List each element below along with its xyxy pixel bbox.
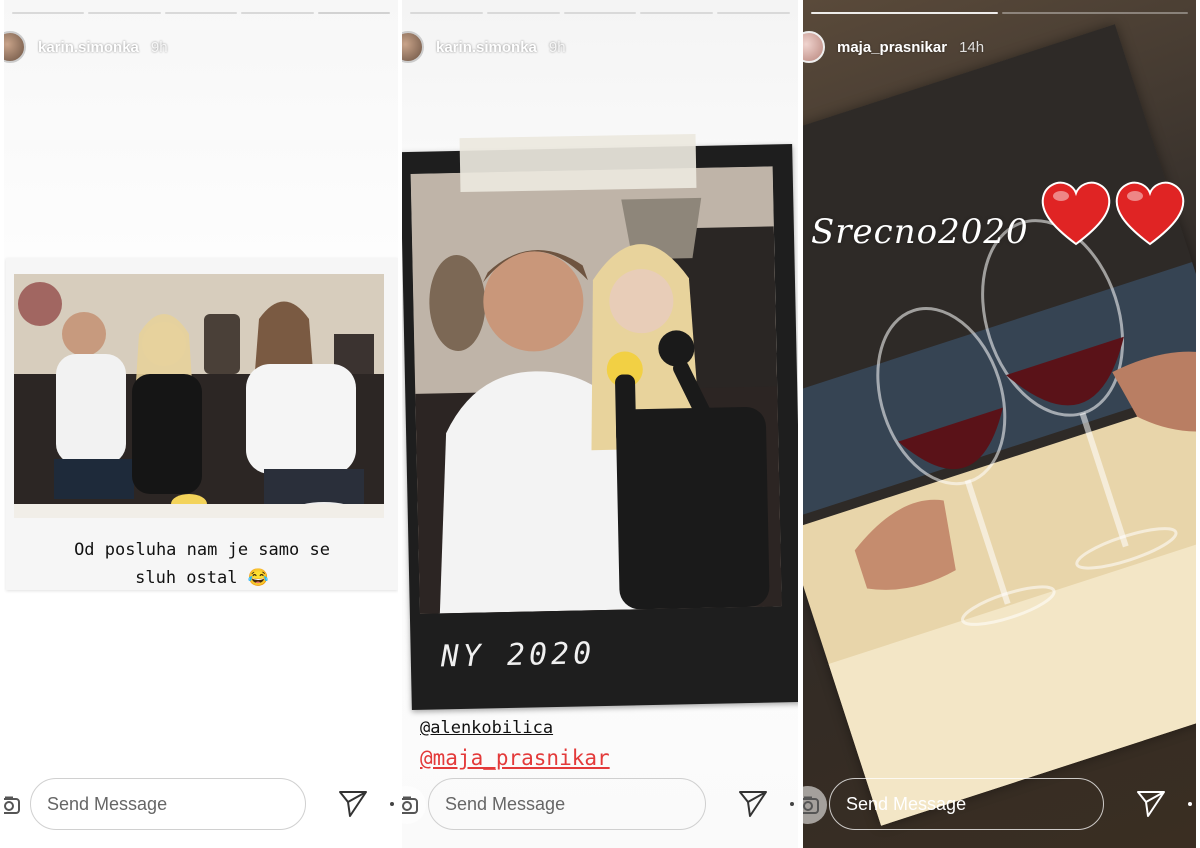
progress-segment xyxy=(811,12,998,14)
text-sticker: Srecno2020 xyxy=(811,212,1029,252)
progress-segment xyxy=(563,12,637,14)
story-progress-bar xyxy=(12,12,391,15)
send-message-placeholder: Send Message xyxy=(846,793,967,814)
send-message-input[interactable]: Send Message xyxy=(829,778,1104,830)
camera-icon xyxy=(803,796,819,814)
caption-line-2-text: sluh ostal xyxy=(135,568,238,588)
progress-segment xyxy=(164,12,238,14)
camera-icon xyxy=(4,796,20,814)
more-dot-icon[interactable] xyxy=(790,802,794,806)
story-panel-1[interactable]: karin.simonka 9h Od posluha nam je samo … xyxy=(4,0,398,848)
story-timestamp: 9h xyxy=(150,38,168,56)
camera-icon xyxy=(402,796,418,814)
progress-segment xyxy=(88,12,161,14)
story-reply-bar: Send Message xyxy=(803,778,1196,832)
story-progress-bar xyxy=(410,12,790,15)
story-username[interactable]: karin.simonka xyxy=(38,39,139,56)
story-progress-bar xyxy=(811,12,1188,15)
avatar[interactable] xyxy=(4,31,26,63)
story-username[interactable]: karin.simonka xyxy=(436,39,537,56)
story-header: karin.simonka 9h xyxy=(402,28,798,66)
photo-illustration xyxy=(410,166,782,614)
red-heart-icon xyxy=(1041,181,1111,246)
laughing-emoji-icon: 😂 xyxy=(247,568,269,588)
send-message-input[interactable]: Send Message xyxy=(30,778,306,830)
red-heart-icon xyxy=(1115,181,1185,246)
caption-line-2: sluh ostal 😂 xyxy=(6,564,398,592)
send-message-placeholder: Send Message xyxy=(47,793,168,814)
avatar[interactable] xyxy=(803,31,825,63)
progress-segment xyxy=(241,12,314,14)
photo-illustration xyxy=(803,24,1196,826)
story-panel-2[interactable]: karin.simonka 9h NY 2020 @alenkobilica @… xyxy=(402,0,798,848)
mention-tag[interactable]: @maja_prasnikar xyxy=(420,746,610,770)
paper-plane-icon[interactable] xyxy=(338,790,368,818)
more-dot-icon[interactable] xyxy=(1188,802,1192,806)
story-timestamp: 9h xyxy=(548,38,566,56)
story-header: karin.simonka 9h xyxy=(4,28,398,66)
story-caption: Od posluha nam je samo se sluh ostal 😂 xyxy=(6,536,398,592)
story-reply-bar: Send Message xyxy=(402,778,798,832)
camera-button[interactable] xyxy=(4,786,28,824)
progress-segment xyxy=(317,12,391,14)
story-timestamp: 14h xyxy=(959,38,985,56)
story-reply-bar: Send Message xyxy=(4,778,398,832)
photo-label: NY 2020 xyxy=(440,636,596,675)
story-panel-3[interactable]: maja_prasnikar 14h Srecno2020 Send Messa… xyxy=(803,0,1196,848)
story-photo xyxy=(14,274,384,518)
avatar[interactable] xyxy=(402,31,424,63)
photo-illustration xyxy=(14,274,384,518)
polaroid-sticker: Od posluha nam je samo se sluh ostal 😂 xyxy=(6,258,398,590)
story-photo xyxy=(410,166,782,614)
progress-segment xyxy=(1001,12,1188,14)
more-dot-icon[interactable] xyxy=(390,802,394,806)
polaroid-sticker: NY 2020 xyxy=(402,143,798,711)
progress-segment xyxy=(410,12,483,14)
camera-button[interactable] xyxy=(402,786,426,824)
paper-plane-icon[interactable] xyxy=(1136,790,1166,818)
progress-segment xyxy=(717,12,790,14)
story-header: maja_prasnikar 14h xyxy=(803,28,1196,66)
progress-segment xyxy=(12,12,85,14)
send-message-input[interactable]: Send Message xyxy=(428,778,706,830)
story-username[interactable]: maja_prasnikar xyxy=(837,39,947,56)
progress-segment xyxy=(486,12,560,14)
tape-sticker xyxy=(459,133,697,193)
story-photo xyxy=(803,24,1196,826)
paper-plane-icon[interactable] xyxy=(738,790,768,818)
send-message-placeholder: Send Message xyxy=(445,793,566,814)
mention-tag[interactable]: @alenkobilica xyxy=(420,718,553,738)
caption-line-1: Od posluha nam je samo se xyxy=(74,540,330,560)
progress-segment xyxy=(640,12,714,14)
camera-button[interactable] xyxy=(803,786,827,824)
